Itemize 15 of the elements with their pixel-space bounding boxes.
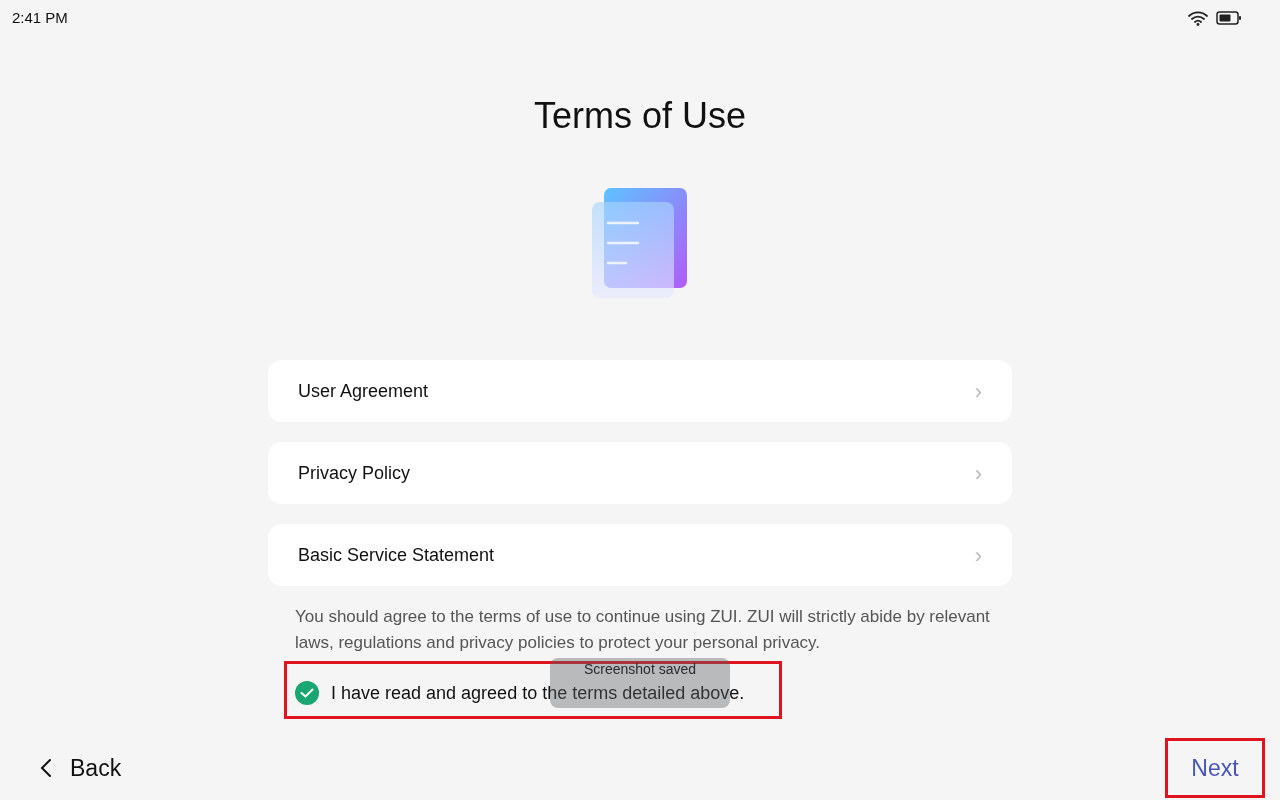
checkmark-icon	[300, 688, 314, 698]
notice-text: You should agree to the terms of use to continue using ZUI. ZUI will strictly abide by relevant laws, regulations and privacy policies to protect your personal privacy.	[295, 606, 991, 654]
page-title: Terms of Use	[532, 94, 747, 138]
terms-link[interactable]: Privacy Policy ›	[268, 442, 1012, 504]
terms-link[interactable]: Basic Service Statement ›	[268, 524, 1012, 586]
next-button[interactable]: Next	[1168, 741, 1262, 795]
document-icon	[590, 188, 690, 300]
agree-label: I have read and agreed to the terms detailed above.	[331, 683, 745, 703]
agree-checkbox[interactable]	[295, 681, 319, 705]
battery-icon	[1216, 11, 1242, 25]
back-chevron-icon	[40, 758, 52, 778]
wifi-icon	[1188, 10, 1208, 26]
terms-link[interactable]: User Agreement ›	[268, 360, 1012, 422]
back-button[interactable]: Back	[40, 750, 122, 786]
status-time: 2:41 PM	[12, 7, 68, 28]
